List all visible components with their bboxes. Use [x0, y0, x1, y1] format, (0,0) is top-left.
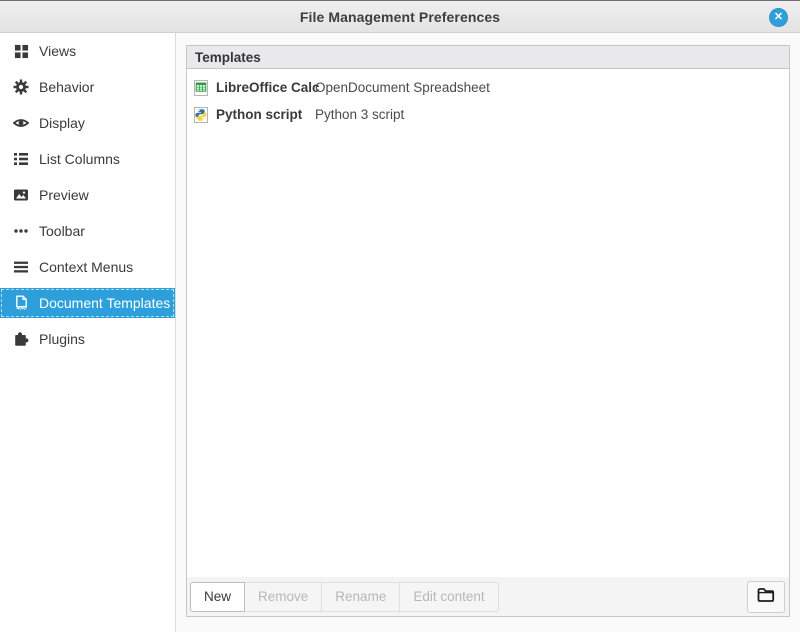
- sidebar-item-toolbar[interactable]: Toolbar: [0, 216, 175, 246]
- sidebar-item-label: Views: [39, 43, 76, 59]
- sidebar-item-views[interactable]: Views: [0, 36, 175, 66]
- sidebar-item-label: Display: [39, 115, 85, 131]
- template-description: Python 3 script: [315, 107, 404, 122]
- sidebar-item-plugins[interactable]: Plugins: [0, 324, 175, 354]
- menu-lines-icon: [13, 259, 29, 275]
- titlebar: File Management Preferences ✕: [0, 1, 800, 33]
- edit-content-button: Edit content: [399, 582, 498, 612]
- new-button[interactable]: New: [190, 582, 245, 612]
- remove-button: Remove: [244, 582, 322, 612]
- document-templates-page: Templates LibreOffice Calc Ope: [176, 33, 800, 632]
- close-button[interactable]: ✕: [769, 8, 788, 27]
- list-columns-icon: [13, 151, 29, 167]
- templates-list: LibreOffice Calc OpenDocument Spreadshee…: [187, 69, 789, 577]
- sidebar-item-label: Document Templates: [39, 295, 170, 311]
- sidebar-item-label: Behavior: [39, 79, 94, 95]
- sidebar-item-document-templates[interactable]: Document Templates: [0, 288, 175, 318]
- template-row-python-script[interactable]: Python script Python 3 script: [187, 101, 789, 128]
- sidebar-item-list-columns[interactable]: List Columns: [0, 144, 175, 174]
- templates-header: Templates: [187, 46, 789, 69]
- template-row-libreoffice-calc[interactable]: LibreOffice Calc OpenDocument Spreadshee…: [187, 74, 789, 101]
- templates-action-toolbar: New Remove Rename Edit content: [187, 577, 789, 616]
- close-icon: ✕: [774, 12, 783, 23]
- dots-icon: [13, 223, 29, 239]
- preferences-sidebar: Views: [0, 33, 176, 632]
- folder-icon: [756, 586, 776, 607]
- image-icon: [13, 187, 29, 203]
- open-templates-folder-button[interactable]: [747, 581, 785, 613]
- grid-icon: [13, 43, 29, 59]
- gear-icon: [13, 79, 29, 95]
- document-icon: [13, 295, 29, 311]
- file-management-preferences-dialog: File Management Preferences ✕ Views: [0, 0, 800, 632]
- sidebar-item-preview[interactable]: Preview: [0, 180, 175, 210]
- rename-button: Rename: [321, 582, 400, 612]
- puzzle-icon: [13, 331, 29, 347]
- sidebar-item-behavior[interactable]: Behavior: [0, 72, 175, 102]
- eye-icon: [13, 115, 29, 131]
- template-name: LibreOffice Calc: [216, 80, 315, 95]
- sidebar-item-context-menus[interactable]: Context Menus: [0, 252, 175, 282]
- template-description: OpenDocument Spreadsheet: [315, 80, 490, 95]
- calc-file-icon: [193, 80, 209, 96]
- sidebar-item-label: Toolbar: [39, 223, 85, 239]
- window-title: File Management Preferences: [300, 9, 500, 25]
- templates-frame: Templates LibreOffice Calc Ope: [186, 45, 790, 617]
- sidebar-item-label: Plugins: [39, 331, 85, 347]
- python-file-icon: [193, 107, 209, 123]
- sidebar-item-label: Context Menus: [39, 259, 133, 275]
- sidebar-item-label: List Columns: [39, 151, 120, 167]
- sidebar-item-display[interactable]: Display: [0, 108, 175, 138]
- template-name: Python script: [216, 107, 315, 122]
- sidebar-item-label: Preview: [39, 187, 89, 203]
